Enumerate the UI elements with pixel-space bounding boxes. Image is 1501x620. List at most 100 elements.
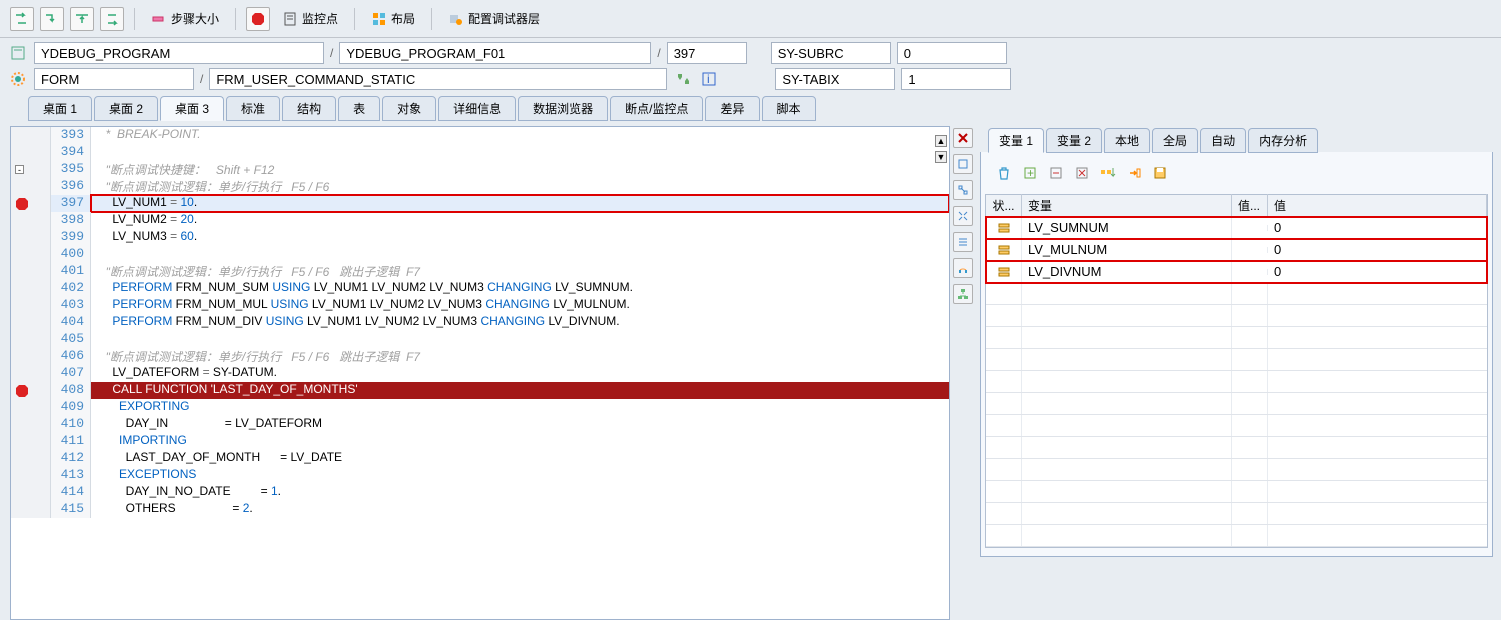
close-pane-icon[interactable]: [953, 128, 973, 148]
code-content[interactable]: DAY_IN_NO_DATE = 1.: [91, 484, 949, 501]
col-variable-header[interactable]: 变量: [1022, 194, 1232, 217]
gutter-marker[interactable]: [11, 331, 51, 348]
var-value[interactable]: 0: [1268, 217, 1487, 238]
variable-row[interactable]: LV_SUMNUM 0: [986, 217, 1487, 239]
code-line[interactable]: 393 * BREAK-POINT.: [11, 127, 949, 144]
stop-icon[interactable]: [246, 7, 270, 31]
desktop-tab[interactable]: 断点/监控点: [610, 96, 703, 121]
sy-subrc-label[interactable]: [771, 42, 891, 64]
code-line[interactable]: 411 IMPORTING: [11, 433, 949, 450]
export-icon[interactable]: [1125, 164, 1143, 182]
code-content[interactable]: LAST_DAY_OF_MONTH = LV_DATE: [91, 450, 949, 467]
info-icon[interactable]: i: [699, 69, 719, 89]
headphones-icon[interactable]: [953, 258, 973, 278]
gutter-marker[interactable]: [11, 433, 51, 450]
var-value[interactable]: 0: [1268, 261, 1487, 282]
hierarchy-icon[interactable]: [953, 284, 973, 304]
layout-button[interactable]: 布局: [365, 7, 421, 30]
code-line[interactable]: 406 "断点调试测试逻辑：单步/行执行 F5 / F6 跳出子逻辑 F7: [11, 348, 949, 365]
var-name[interactable]: LV_DIVNUM: [1022, 261, 1232, 282]
var-name[interactable]: LV_SUMNUM: [1022, 217, 1232, 238]
variable-row-empty[interactable]: [986, 283, 1487, 305]
gutter-marker[interactable]: [11, 348, 51, 365]
block-name-input[interactable]: [209, 68, 667, 90]
line-input[interactable]: [667, 42, 747, 64]
block-type-input[interactable]: [34, 68, 194, 90]
desktop-tab[interactable]: 数据浏览器: [518, 96, 608, 121]
code-content[interactable]: "断点调试测试逻辑：单步/行执行 F5 / F6 跳出子逻辑 F7: [91, 263, 949, 280]
gutter-marker[interactable]: [11, 365, 51, 382]
code-content[interactable]: "断点调试测试逻辑：单步/行执行 F5 / F6 跳出子逻辑 F7: [91, 348, 949, 365]
code-content[interactable]: LV_DATEFORM = SY-DATUM.: [91, 365, 949, 382]
code-content[interactable]: LV_NUM1 = 10.: [91, 195, 949, 212]
config-debug-layer-button[interactable]: 配置调试器层: [442, 7, 546, 30]
desktop-tab[interactable]: 表: [338, 96, 380, 121]
gutter-marker[interactable]: [11, 467, 51, 484]
desktop-tab[interactable]: 差异: [705, 96, 759, 121]
variable-row-empty[interactable]: [986, 371, 1487, 393]
code-line[interactable]: 407 LV_DATEFORM = SY-DATUM.: [11, 365, 949, 382]
variable-tab[interactable]: 自动: [1200, 128, 1246, 153]
variable-row-empty[interactable]: [986, 503, 1487, 525]
step-into-icon[interactable]: [40, 7, 64, 31]
code-content[interactable]: "断点调试测试逻辑：单步/行执行 F5 / F6: [91, 178, 949, 195]
sy-subrc-value[interactable]: [897, 42, 1007, 64]
code-line[interactable]: 394: [11, 144, 949, 161]
code-content[interactable]: DAY_IN = LV_DATEFORM: [91, 416, 949, 433]
list-icon[interactable]: [953, 232, 973, 252]
code-line[interactable]: 399 LV_NUM3 = 60.: [11, 229, 949, 246]
code-line[interactable]: 402 PERFORM FRM_NUM_SUM USING LV_NUM1 LV…: [11, 280, 949, 297]
settings-icon[interactable]: [8, 69, 28, 89]
code-content[interactable]: [91, 144, 949, 161]
save-icon[interactable]: [1151, 164, 1169, 182]
desktop-tab[interactable]: 桌面 1: [28, 96, 92, 121]
gutter-marker[interactable]: [11, 399, 51, 416]
tree-icon[interactable]: [953, 180, 973, 200]
desktop-tab[interactable]: 详细信息: [438, 96, 516, 121]
code-line[interactable]: 410 DAY_IN = LV_DATEFORM: [11, 416, 949, 433]
gutter-marker[interactable]: [11, 416, 51, 433]
delete-icon[interactable]: [995, 164, 1013, 182]
variable-row-empty[interactable]: [986, 459, 1487, 481]
desktop-tab[interactable]: 标准: [226, 96, 280, 121]
variable-row-empty[interactable]: [986, 481, 1487, 503]
col-value-header[interactable]: 值: [1268, 194, 1487, 217]
var-value[interactable]: 0: [1268, 239, 1487, 260]
code-content[interactable]: EXCEPTIONS: [91, 467, 949, 484]
sy-tabix-value[interactable]: [901, 68, 1011, 90]
variable-row-empty[interactable]: [986, 415, 1487, 437]
variable-tab[interactable]: 本地: [1104, 128, 1150, 153]
variable-tab[interactable]: 变量 1: [988, 128, 1044, 153]
code-line[interactable]: -395 "断点调试快捷键： Shift + F12: [11, 161, 949, 178]
gutter-marker[interactable]: [11, 178, 51, 195]
code-content[interactable]: * BREAK-POINT.: [91, 127, 949, 144]
code-content[interactable]: PERFORM FRM_NUM_DIV USING LV_NUM1 LV_NUM…: [91, 314, 949, 331]
code-line[interactable]: 398 LV_NUM2 = 20.: [11, 212, 949, 229]
step-over-icon[interactable]: [10, 7, 34, 31]
code-line[interactable]: 401 "断点调试测试逻辑：单步/行执行 F5 / F6 跳出子逻辑 F7: [11, 263, 949, 280]
include-input[interactable]: [339, 42, 651, 64]
variable-tab[interactable]: 内存分析: [1248, 128, 1318, 153]
code-line[interactable]: 403 PERFORM FRM_NUM_MUL USING LV_NUM1 LV…: [11, 297, 949, 314]
gutter-marker[interactable]: [11, 229, 51, 246]
step-size-button[interactable]: 步骤大小: [145, 7, 225, 30]
variable-row[interactable]: LV_DIVNUM 0: [986, 261, 1487, 283]
code-line[interactable]: 409 EXPORTING: [11, 399, 949, 416]
step-return-icon[interactable]: [100, 7, 124, 31]
gutter-marker[interactable]: [11, 297, 51, 314]
desktop-tab[interactable]: 对象: [382, 96, 436, 121]
code-content[interactable]: PERFORM FRM_NUM_MUL USING LV_NUM1 LV_NUM…: [91, 297, 949, 314]
gutter-marker[interactable]: [11, 484, 51, 501]
program-input[interactable]: [34, 42, 324, 64]
code-content[interactable]: [91, 246, 949, 263]
variable-row-empty[interactable]: [986, 349, 1487, 371]
variable-row-empty[interactable]: [986, 437, 1487, 459]
code-content[interactable]: PERFORM FRM_NUM_SUM USING LV_NUM1 LV_NUM…: [91, 280, 949, 297]
insert-icon[interactable]: +: [1021, 164, 1039, 182]
code-line[interactable]: 405: [11, 331, 949, 348]
variable-row-empty[interactable]: [986, 305, 1487, 327]
desktop-tab[interactable]: 结构: [282, 96, 336, 121]
variable-row[interactable]: LV_MULNUM0: [986, 239, 1487, 261]
gutter-marker[interactable]: [11, 246, 51, 263]
desktop-tab[interactable]: 桌面 2: [94, 96, 158, 121]
